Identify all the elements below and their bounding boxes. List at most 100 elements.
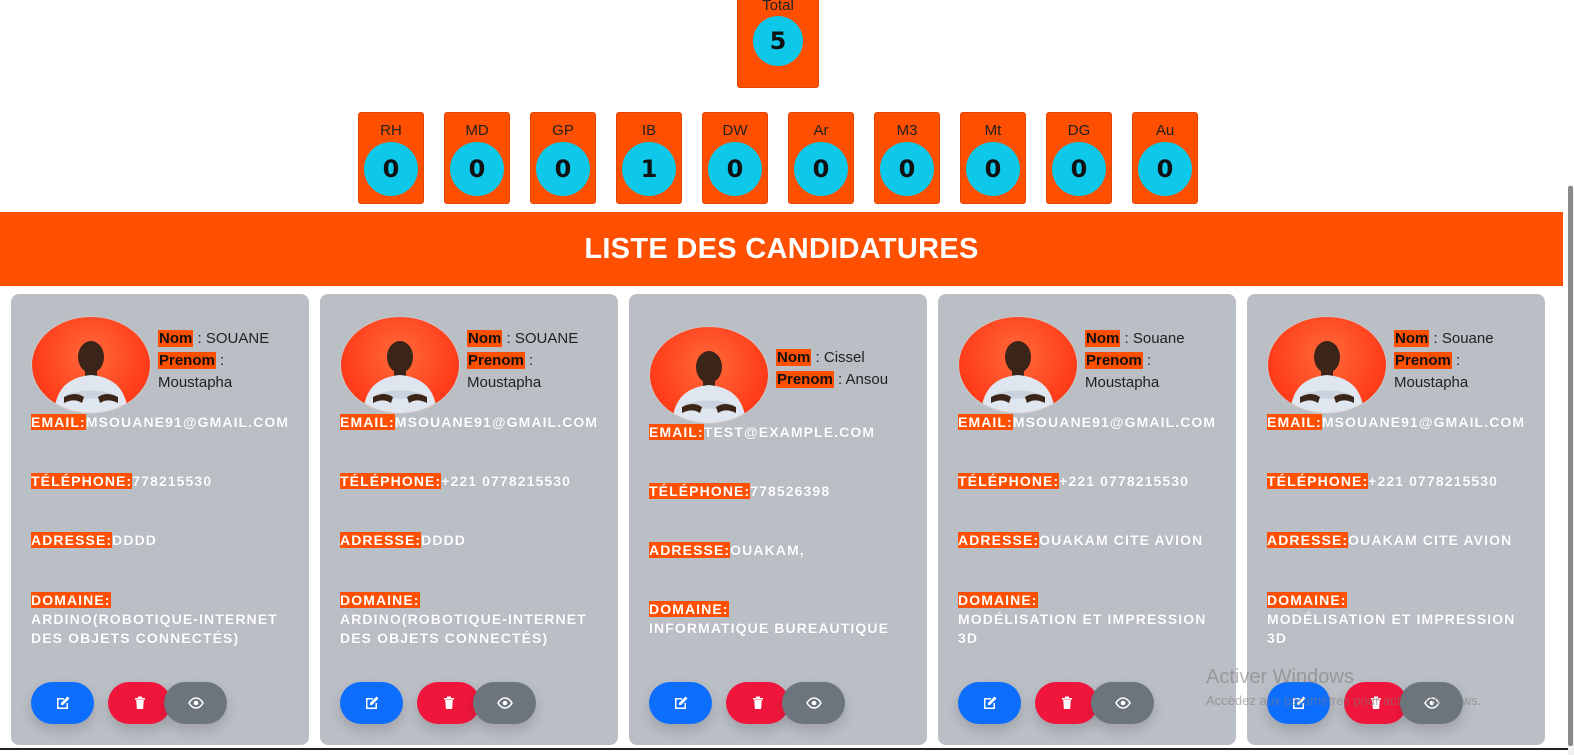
email-field: EMAIL:MSOUANE91@GMAIL.COM: [1267, 413, 1532, 432]
prenom-row: Prenom : Moustapha: [1394, 352, 1469, 391]
email-value: MSOUANE91@GMAIL.COM: [394, 414, 599, 430]
telephone-value: +221 0778215530: [1368, 473, 1499, 489]
trash-icon: [1061, 696, 1072, 709]
trash-icon: [752, 696, 763, 709]
window-bottom-edge: [0, 748, 1568, 750]
avatar: [958, 316, 1078, 414]
telephone-label: TÉLÉPHONE:: [958, 473, 1060, 489]
domaine-value: INFORMATIQUE BUREAUTIQUE: [649, 620, 890, 636]
edit-icon: [365, 696, 378, 709]
prenom-value: Moustapha: [467, 374, 542, 391]
email-value: TEST@EXAMPLE.COM: [703, 424, 876, 440]
person-photo-icon: [363, 341, 437, 413]
stat-value: 0: [1138, 142, 1192, 196]
edit-button[interactable]: [958, 682, 1021, 724]
stat-value: 0: [450, 142, 504, 196]
prenom-label: Prenom: [776, 371, 834, 388]
email-value: MSOUANE91@GMAIL.COM: [1321, 414, 1526, 430]
email-label: EMAIL:: [1267, 414, 1322, 430]
windows-activation-watermark: Activer Windows Accédez aux paramètres p…: [1206, 666, 1481, 708]
watermark-title: Activer Windows: [1206, 666, 1354, 688]
adresse-label: ADRESSE:: [31, 532, 113, 548]
delete-button[interactable]: [1035, 682, 1098, 724]
adresse-field: ADRESSE:DDDD: [340, 531, 605, 550]
view-button[interactable]: [164, 682, 227, 724]
total-label: Total: [762, 0, 794, 14]
delete-button[interactable]: [726, 682, 789, 724]
stat-ar: Ar 0: [788, 112, 854, 204]
stat-dg: DG 0: [1046, 112, 1112, 204]
stat-value: 0: [708, 142, 762, 196]
email-label: EMAIL:: [31, 414, 86, 430]
stat-md: MD 0: [444, 112, 510, 204]
stat-value: 0: [536, 142, 590, 196]
avatar: [340, 316, 460, 414]
delete-button[interactable]: [417, 682, 480, 724]
stat-label: IB: [641, 122, 657, 139]
view-button[interactable]: [782, 682, 845, 724]
stat-value: 0: [364, 142, 418, 196]
stat-gp: GP 0: [530, 112, 596, 204]
email-label: EMAIL:: [340, 414, 395, 430]
adresse-value: OUAKAM CITE AVION: [1348, 532, 1513, 548]
scrollbar-thumb[interactable]: [1568, 186, 1573, 746]
adresse-field: ADRESSE:DDDD: [31, 531, 296, 550]
edit-button[interactable]: [31, 682, 94, 724]
prenom-label: Prenom: [467, 352, 525, 369]
telephone-field: TÉLÉPHONE:+221 0778215530: [1267, 472, 1532, 491]
telephone-value: 778215530: [132, 473, 213, 489]
category-counters: RH 0 MD 0 GP 0 IB 1 DW 0 Ar 0 M3 0 Mt 0 …: [358, 112, 1198, 204]
person-photo-icon: [981, 341, 1055, 413]
delete-button[interactable]: [108, 682, 171, 724]
list-banner: LISTE DES CANDIDATURES: [0, 212, 1563, 286]
adresse-value: OUAKAM CITE AVION: [1039, 532, 1204, 548]
domaine-field: DOMAINE: ARDINO(ROBOTIQUE-INTERNET DES OB…: [31, 591, 296, 648]
nom-row: Nom : SOUANE: [467, 330, 579, 347]
domaine-value: MODÉLISATION ET IMPRESSION 3D: [1267, 611, 1516, 646]
nom-value: Souane: [1441, 330, 1494, 347]
avatar: [1267, 316, 1387, 414]
prenom-label: Prenom: [158, 352, 216, 369]
candidature-card: Nom : SOUANE Prenom : Moustapha EMAIL:MS…: [11, 294, 309, 745]
telephone-field: TÉLÉPHONE:778526398: [649, 482, 914, 501]
stat-label: MD: [465, 122, 489, 139]
email-value: MSOUANE91@GMAIL.COM: [85, 414, 290, 430]
candidature-card: Nom : Souane Prenom : Moustapha EMAIL:MS…: [938, 294, 1236, 745]
nom-row: Nom : Cissel: [776, 349, 865, 366]
person-photo-icon: [1290, 341, 1364, 413]
prenom-label: Prenom: [1394, 352, 1452, 369]
stat-dw: DW 0: [702, 112, 768, 204]
email-field: EMAIL:TEST@EXAMPLE.COM: [649, 423, 914, 442]
prenom-value: Moustapha: [1085, 374, 1160, 391]
nom-value: Souane: [1132, 330, 1185, 347]
stat-value: 0: [880, 142, 934, 196]
trash-icon: [443, 696, 454, 709]
adresse-label: ADRESSE:: [958, 532, 1040, 548]
watermark-subtitle: Accédez aux paramètres pour activer Wind…: [1206, 693, 1482, 708]
domaine-field: DOMAINE: INFORMATIQUE BUREAUTIQUE: [649, 600, 914, 638]
eye-icon: [496, 697, 513, 709]
adresse-value: DDDD: [421, 532, 466, 548]
prenom-value: Moustapha: [1394, 374, 1469, 391]
avatar: [31, 316, 151, 414]
stat-label: GP: [552, 122, 574, 139]
stat-m3: M3 0: [874, 112, 940, 204]
stat-label: DW: [722, 122, 748, 139]
email-label: EMAIL:: [958, 414, 1013, 430]
edit-button[interactable]: [340, 682, 403, 724]
domaine-value: MODÉLISATION ET IMPRESSION 3D: [958, 611, 1207, 646]
edit-icon: [674, 696, 687, 709]
telephone-field: TÉLÉPHONE:+221 0778215530: [958, 472, 1223, 491]
telephone-label: TÉLÉPHONE:: [649, 483, 751, 499]
domaine-label: DOMAINE:: [340, 592, 420, 608]
view-button[interactable]: [473, 682, 536, 724]
total-counter: Total 5: [737, 0, 819, 88]
view-button[interactable]: [1091, 682, 1154, 724]
edit-button[interactable]: [649, 682, 712, 724]
eye-icon: [187, 697, 204, 709]
nom-label: Nom: [776, 349, 812, 366]
prenom-row: Prenom : Moustapha: [158, 352, 233, 391]
telephone-field: TÉLÉPHONE:778215530: [31, 472, 296, 491]
email-label: EMAIL:: [649, 424, 704, 440]
domaine-label: DOMAINE:: [649, 601, 729, 617]
